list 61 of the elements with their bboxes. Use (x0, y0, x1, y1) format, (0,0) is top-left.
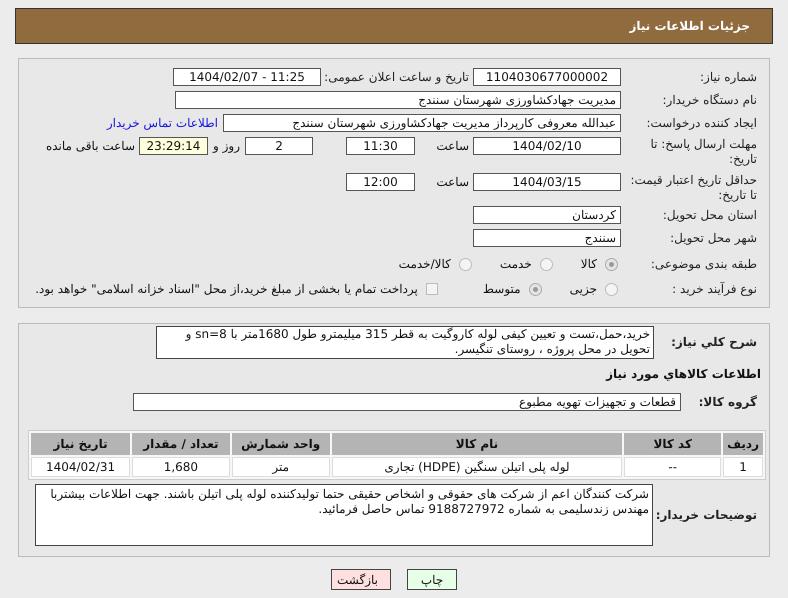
need-number-field[interactable]: 1104030677000002 (473, 68, 621, 86)
buyer-org-field[interactable]: مدیریت جهادکشاورزی شهرستان سنندج (175, 91, 621, 109)
table-cell: -- (624, 457, 722, 477)
radio-button[interactable] (458, 258, 472, 270)
validity-time-field[interactable]: 12:00 (346, 173, 415, 191)
field-label: تاریخ و ساعت اعلان عمومی: (323, 70, 470, 84)
radio-button[interactable] (528, 282, 542, 296)
page-title: جزئیات اطلاعات نیاز (629, 18, 750, 35)
field-label: طبقه بندی موضوعی: (650, 256, 758, 272)
buyer-notes-field[interactable]: شرکت کنندگان اعم از شرکت های حقوقی و اشخاص حقیقی حتما تولیدکننده لوله پلی اتیلن باشند. جهت اطلاعات بیشتربا مهندس زندسلیمی به شماره 9188727972 تماس حاصل فرمائید. (35, 484, 653, 546)
table-cell: 1 (723, 457, 763, 477)
goods-group-field[interactable]: قطعات و تجهیزات تهویه مطبوع (133, 393, 681, 411)
field-label: جزیی (570, 281, 597, 298)
days-field[interactable]: 2 (245, 137, 313, 155)
column-header: واحد شمارش (232, 433, 330, 455)
remaining-time-field[interactable]: 23:29:14 (139, 137, 208, 155)
field-label: نام دستگاه خریدار: (662, 92, 758, 108)
field-label: حداقل تاریخ اعتبار قیمت: تا تاریخ: (629, 173, 758, 203)
city-field[interactable]: سنندج (473, 229, 621, 247)
table-cell: 1404/02/31 (31, 457, 130, 477)
table-cell: متر (232, 457, 330, 477)
section-title: اطلاعات کالاهاي مورد نياز (606, 366, 761, 383)
field-label: استان محل تحویل: (662, 208, 758, 222)
field-label: کالا/خدمت (398, 256, 451, 273)
field-label: گروه کالا: (698, 394, 758, 410)
table-cell: لوله پلی اتیلن سنگین (HDPE) تجاری (332, 457, 622, 477)
column-header: تاریخ نیاز (31, 433, 130, 455)
table-cell: 1,680 (132, 457, 230, 477)
province-field[interactable]: کردستان (473, 206, 621, 224)
deadline-date-field[interactable]: 1404/02/10 (473, 137, 621, 155)
requester-field[interactable]: عبدالله معروفی کارپرداز مدیریت جهادکشاورزی شهرستان سنندج (223, 114, 621, 132)
field-label: ساعت (435, 174, 470, 191)
field-label: پرداخت تمام یا بخشی از مبلغ خرید،از محل "اسناد خزانه اسلامی" خواهد بود. (35, 281, 418, 298)
field-label: کالا (580, 256, 597, 273)
radio-button[interactable] (540, 258, 553, 270)
field-label: نوع فرآیند خرید : (671, 282, 758, 296)
field-label: شماره نیاز: (699, 70, 758, 84)
buyer-contact-link[interactable]: اطلاعات تماس خریدار (106, 114, 218, 132)
field-label: ساعت باقی مانده (46, 138, 136, 155)
radio-button[interactable] (605, 282, 618, 296)
column-header: تعداد / مقدار (132, 433, 230, 455)
checkbox[interactable] (426, 283, 438, 295)
field-label: شهر محل تحویل: (669, 230, 758, 246)
announce-date-field[interactable]: 1404/02/07 - 11:25 (173, 68, 321, 86)
print-button[interactable]: چاپ (407, 569, 457, 590)
radio-button[interactable] (605, 258, 618, 270)
column-header: کد کالا (624, 433, 722, 455)
field-label: توضیحات خریدار: (654, 508, 758, 522)
field-label: خدمت (500, 256, 532, 273)
field-label: متوسط (482, 281, 521, 298)
back-button[interactable]: بازگشت (331, 569, 391, 590)
deadline-time-field[interactable]: 11:30 (346, 137, 415, 155)
field-label: مهلت ارسال پاسخ: تا تاریخ: (649, 137, 758, 167)
validity-date-field[interactable]: 1404/03/15 (473, 173, 621, 191)
column-header: نام کالا (332, 433, 622, 455)
description-field[interactable]: خرید،حمل،تست و تعیین کیفی لوله کاروگیت به قطر 315 میلیمترو طول 1680متر با sn=8 و تحویل در محل پروژه ، روستای تنگیسر. (156, 326, 654, 359)
field-label: روز و (212, 138, 241, 155)
column-header: ردیف (723, 433, 763, 455)
field-label: ایجاد کننده درخواست: (645, 116, 758, 130)
field-label: شرح کلي نياز: (670, 335, 758, 350)
field-label: ساعت (435, 138, 470, 155)
